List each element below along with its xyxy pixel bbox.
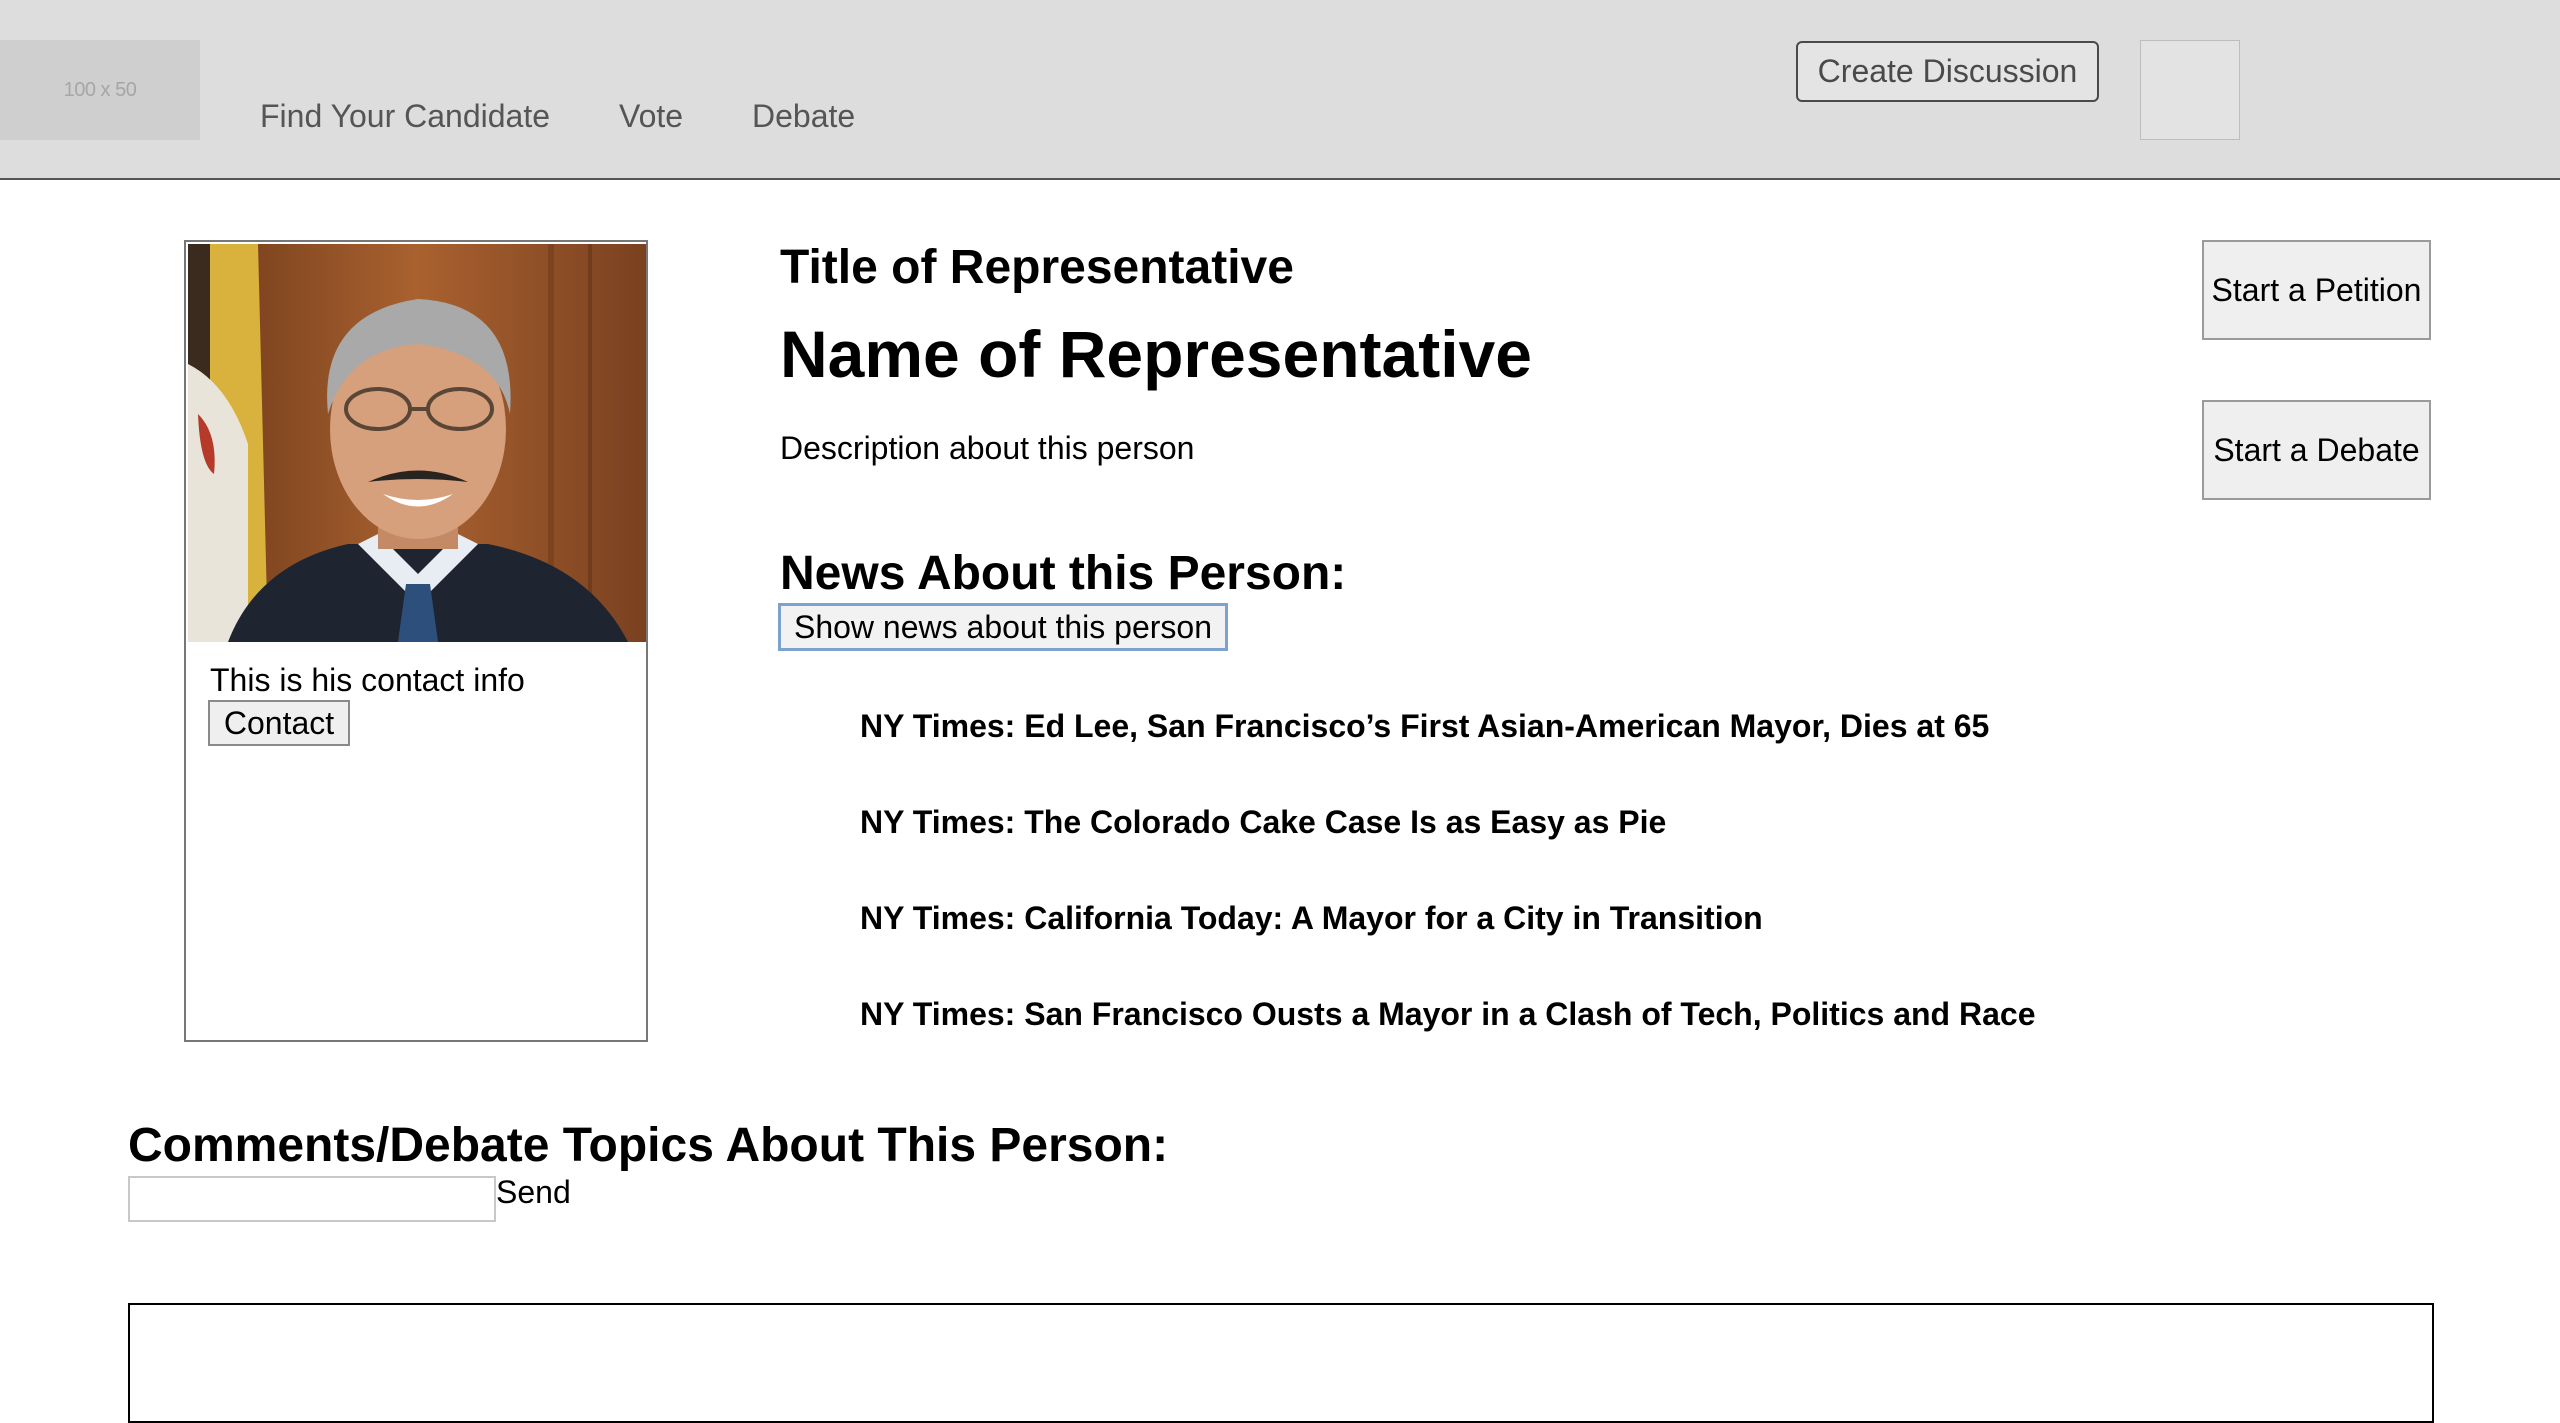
nav-debate[interactable]: Debate	[752, 96, 855, 136]
create-discussion-button[interactable]: Create Discussion	[1796, 41, 2099, 102]
logo-placeholder[interactable]: 100 x 50	[0, 40, 200, 140]
representative-photo	[188, 244, 646, 642]
show-news-button[interactable]: Show news about this person	[778, 603, 1228, 651]
comment-input[interactable]	[128, 1176, 496, 1222]
news-item[interactable]: NY Times: Ed Lee, San Francisco’s First …	[860, 706, 1989, 746]
send-button[interactable]: Send	[496, 1172, 571, 1212]
start-petition-button[interactable]: Start a Petition	[2202, 240, 2431, 340]
representative-name: Name of Representative	[780, 317, 1532, 391]
start-debate-button[interactable]: Start a Debate	[2202, 400, 2431, 500]
nav-find-your-candidate[interactable]: Find Your Candidate	[260, 96, 550, 136]
contact-button[interactable]: Contact	[208, 700, 350, 746]
representative-description: Description about this person	[780, 430, 1195, 466]
news-item[interactable]: NY Times: California Today: A Mayor for …	[860, 898, 1763, 938]
top-navbar: 100 x 50 Find Your Candidate Vote Debate…	[0, 0, 2560, 180]
contact-info-text: This is his contact info	[210, 662, 525, 698]
news-item[interactable]: NY Times: San Francisco Ousts a Mayor in…	[860, 994, 2035, 1034]
profile-card: This is his contact info Contact	[184, 240, 648, 1042]
comments-heading: Comments/Debate Topics About This Person…	[128, 1119, 1169, 1172]
representative-title: Title of Representative	[780, 241, 1294, 294]
comments-list-box	[128, 1303, 2434, 1423]
portrait-illustration	[188, 244, 646, 642]
news-item[interactable]: NY Times: The Colorado Cake Case Is as E…	[860, 802, 1666, 842]
nav-vote[interactable]: Vote	[619, 96, 683, 136]
user-avatar-placeholder[interactable]	[2140, 40, 2240, 140]
news-heading: News About this Person:	[780, 547, 1347, 600]
